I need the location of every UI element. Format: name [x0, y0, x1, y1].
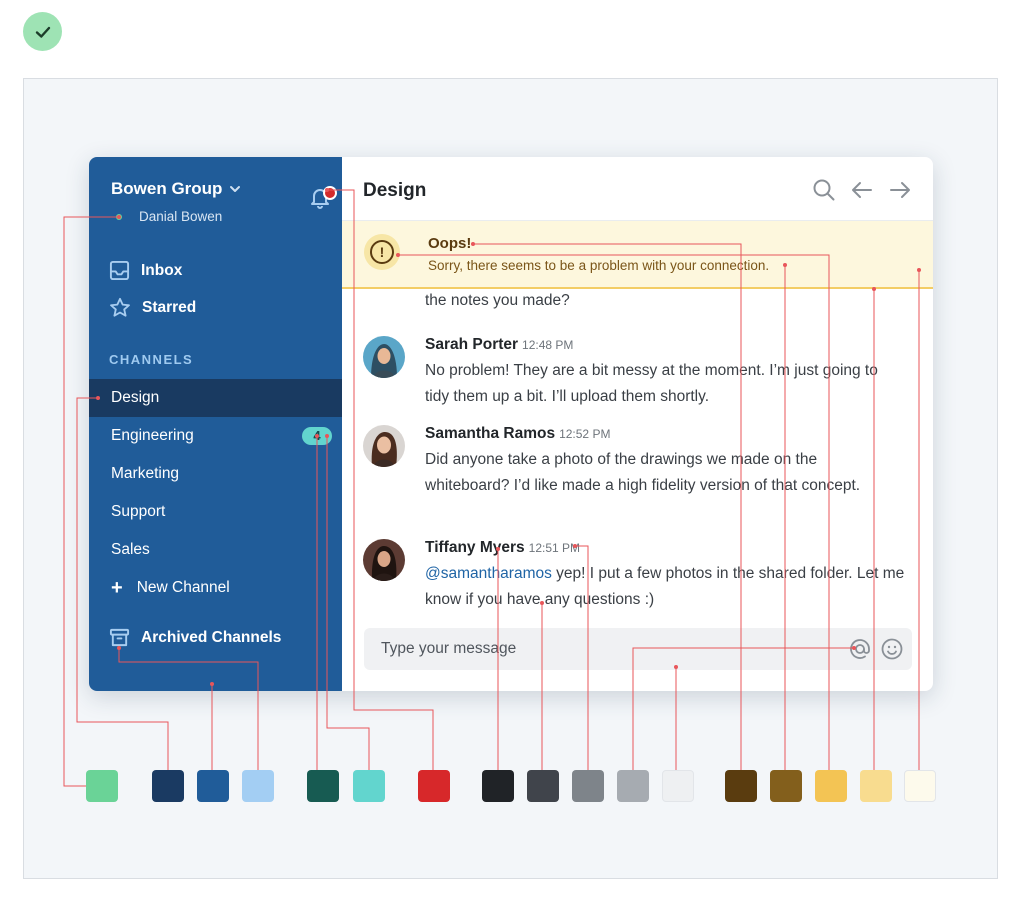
swatch-yellow [815, 770, 847, 802]
chat-window: Bowen Group Danial Bowen Inbox Starred C… [89, 157, 933, 691]
success-check-badge [23, 12, 62, 51]
notification-dot [323, 186, 337, 200]
swatch-gray-400 [617, 770, 649, 802]
check-icon [35, 26, 50, 38]
composer-actions [848, 637, 904, 661]
current-user-name: Danial Bowen [139, 209, 223, 224]
connection-alert: ! Oops! Sorry, there seems to be a probl… [342, 221, 933, 289]
message-time: 12:52 PM [559, 427, 611, 441]
message-input[interactable] [364, 639, 823, 659]
page-title: Design [363, 180, 427, 201]
chevron-down-icon [230, 186, 241, 192]
new-channel-button[interactable]: + New Channel [111, 578, 230, 598]
online-status-dot [116, 214, 122, 220]
message-time: 12:51 PM [528, 541, 581, 555]
swatch-brown-dark [725, 770, 757, 802]
sidebar: Bowen Group Danial Bowen Inbox Starred C… [89, 157, 342, 691]
inbox-icon [109, 260, 130, 281]
arrow-right-icon[interactable] [887, 177, 913, 203]
plus-icon: + [111, 577, 123, 599]
avatar[interactable] [363, 539, 405, 581]
alert-title: Oops! [428, 235, 472, 252]
arrow-left-icon[interactable] [849, 177, 875, 203]
message-text: Did anyone take a photo of the drawings … [425, 451, 861, 494]
swatch-navy-dark [152, 770, 184, 802]
channels-heading: CHANNELS [109, 352, 194, 367]
channel-design[interactable]: Design [89, 379, 342, 417]
swatch-gray-900 [482, 770, 514, 802]
channel-label: Design [111, 389, 160, 406]
message-text: No problem! They are a bit messy at the … [425, 362, 878, 405]
unread-badge: 4 [302, 427, 332, 445]
message-time: 12:48 PM [522, 338, 574, 352]
swatch-gray-700 [527, 770, 559, 802]
swatch-green [86, 770, 118, 802]
channel-label: Sales [111, 541, 150, 558]
swatch-teal-dark [307, 770, 339, 802]
header-actions [811, 177, 913, 203]
user-mention[interactable]: @samantharamos [425, 565, 552, 582]
message-composer [364, 628, 912, 670]
workspace-name: Bowen Group [111, 179, 223, 198]
search-icon[interactable] [811, 177, 837, 203]
swatch-red [418, 770, 450, 802]
new-channel-label: New Channel [136, 579, 230, 596]
message-author[interactable]: Sarah Porter [425, 336, 518, 354]
swatch-teal [353, 770, 385, 802]
sidebar-item-starred[interactable]: Starred [109, 297, 196, 319]
swatch-blue [197, 770, 229, 802]
swatch-yellow-light [860, 770, 892, 802]
channel-sales[interactable]: Sales [89, 531, 342, 569]
channel-label: Support [111, 503, 166, 520]
channel-engineering[interactable]: Engineering 4 [89, 417, 342, 455]
at-icon[interactable] [848, 637, 872, 661]
archive-icon [109, 628, 130, 647]
message-text: @samantharamos yep! I put a few photos i… [425, 561, 905, 612]
alert-message: Sorry, there seems to be a problem with … [428, 258, 770, 273]
swatch-brown [770, 770, 802, 802]
swatch-blue-light [242, 770, 274, 802]
swatch-yellow-pale [904, 770, 936, 802]
channel-label: Engineering [111, 427, 194, 444]
alert-icon: ! [364, 234, 400, 270]
channel-support[interactable]: Support [89, 493, 342, 531]
archived-channels-link[interactable]: Archived Channels [109, 627, 281, 648]
message-author[interactable]: Samantha Ramos [425, 425, 555, 443]
conversation-panel: Design ! Oops! Sorry, there seems to be … [342, 157, 933, 691]
sidebar-item-label: Inbox [141, 261, 183, 279]
swatch-gray-100 [662, 770, 694, 802]
archived-label: Archived Channels [141, 628, 282, 646]
avatar[interactable] [363, 425, 405, 467]
message-continuation: the notes you made? [425, 292, 570, 309]
sidebar-item-label: Starred [142, 299, 197, 316]
avatar[interactable] [363, 336, 405, 378]
emoji-icon[interactable] [880, 637, 904, 661]
star-icon [110, 297, 130, 317]
sidebar-item-inbox[interactable]: Inbox [109, 260, 182, 281]
workspace-switcher[interactable]: Bowen Group [111, 179, 242, 199]
swatch-gray-500 [572, 770, 604, 802]
message-author[interactable]: Tiffany Myers [425, 539, 525, 557]
channel-label: Marketing [111, 465, 180, 482]
channel-marketing[interactable]: Marketing [89, 455, 342, 493]
